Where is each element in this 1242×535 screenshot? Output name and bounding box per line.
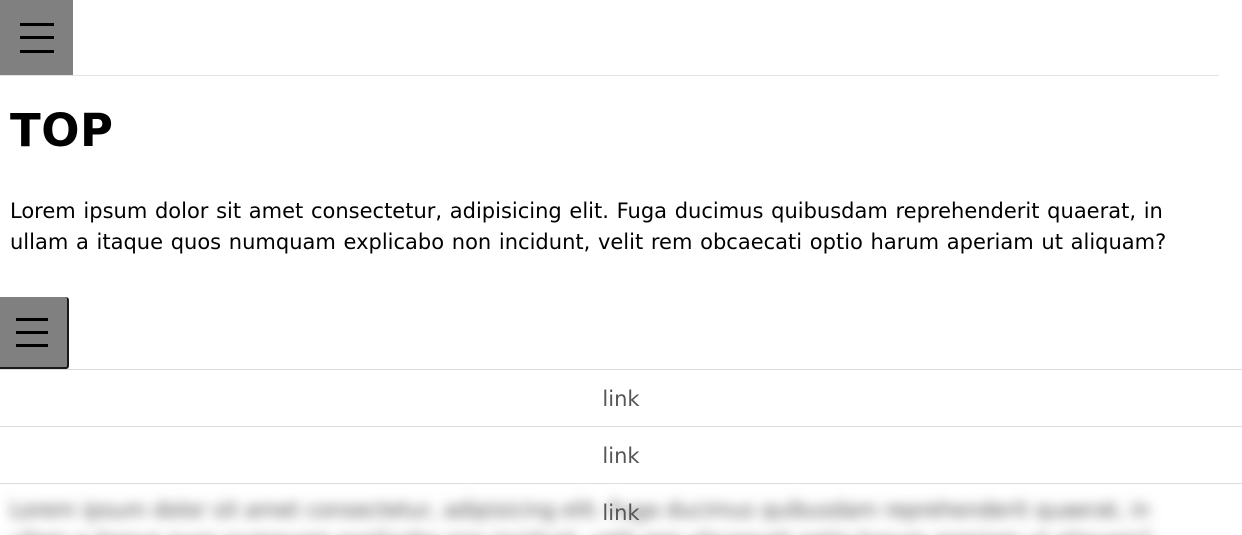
header-divider <box>0 75 1219 76</box>
page-title: TOP <box>10 104 114 157</box>
nav-item: link <box>0 483 1242 535</box>
hamburger-icon <box>15 317 48 347</box>
intro-paragraph: Lorem ipsum dolor sit amet consectetur, … <box>10 199 1167 254</box>
nav-link[interactable]: link <box>602 442 639 468</box>
hamburger-icon <box>19 22 54 53</box>
nav-link[interactable]: link <box>602 499 639 525</box>
page: TOP Lorem ipsum dolor sit amet consectet… <box>0 0 1242 535</box>
nav-item: link <box>0 426 1242 483</box>
nav-link-list: link link link <box>0 369 1242 535</box>
nav-link[interactable]: link <box>602 385 639 411</box>
menu-toggle-button[interactable] <box>0 0 73 75</box>
nav-item: link <box>0 369 1242 426</box>
nav-menu-toggle-button[interactable] <box>0 297 69 369</box>
